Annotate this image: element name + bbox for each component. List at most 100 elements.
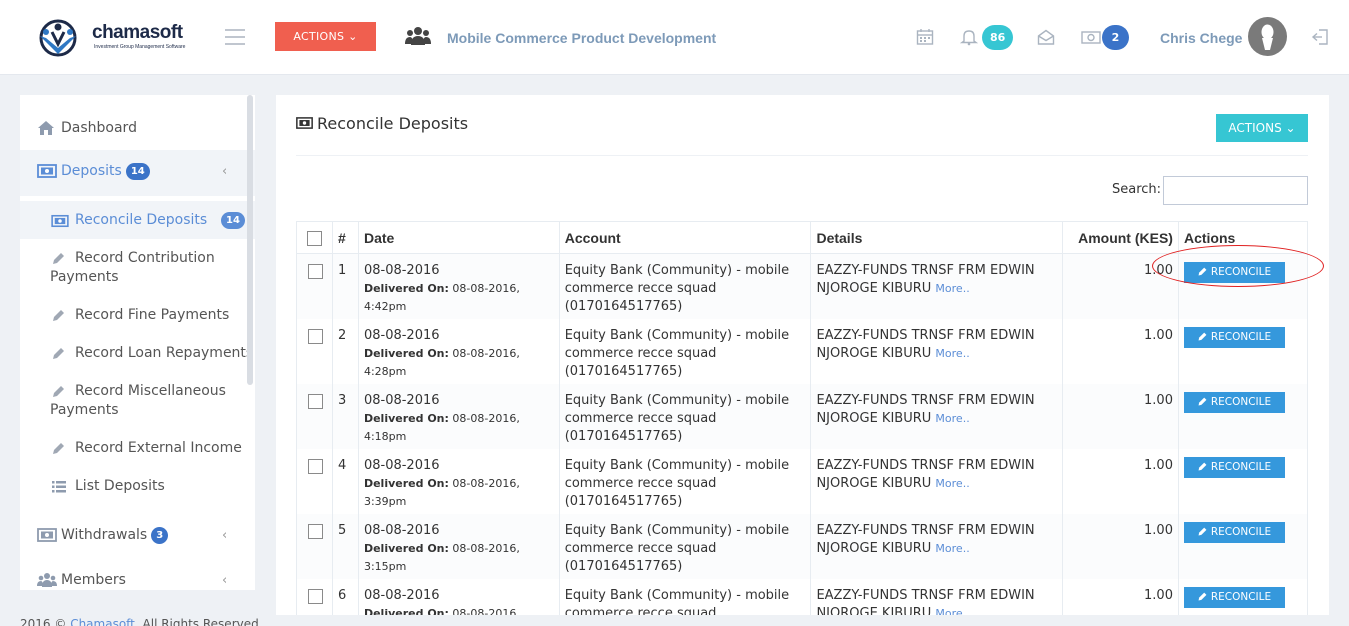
sidebar-item-label: Withdrawals 3: [61, 527, 169, 545]
more-link[interactable]: More..: [935, 542, 969, 555]
row-date-cell: 08-08-2016 Delivered On: 08-08-2016, 3:00…: [357, 578, 560, 615]
menu-toggle-icon[interactable]: [225, 29, 245, 45]
column-header-account[interactable]: Account: [558, 221, 812, 254]
row-date-cell: 08-08-2016 Delivered On: 08-08-2016, 4:42…: [357, 253, 560, 319]
reconcile-button[interactable]: RECONCILE: [1183, 521, 1285, 543]
header-actions-label: ACTIONS: [293, 30, 345, 43]
delivered-label: Delivered On:: [363, 411, 449, 425]
more-link[interactable]: More..: [935, 607, 969, 616]
pencil-icon: [1198, 527, 1207, 535]
delivered-label: Delivered On:: [363, 476, 449, 490]
column-header-number[interactable]: #: [331, 221, 359, 254]
reconcile-count-badge: 14: [221, 212, 245, 229]
sidebar-item-record-loan-repayments[interactable]: Record Loan Repayments: [20, 344, 255, 363]
panel-actions-label: ACTIONS: [1228, 121, 1282, 135]
table-row: 2 08-08-2016 Delivered On: 08-08-2016, 4:2…: [296, 318, 1309, 384]
panel-actions-button[interactable]: ACTIONS ⌄: [1216, 114, 1308, 142]
sidebar-item-record-fine-payments[interactable]: Record Fine Payments: [20, 306, 255, 325]
more-link[interactable]: More..: [935, 477, 969, 490]
sidebar-scrollbar[interactable]: [247, 95, 253, 385]
search-input[interactable]: [1163, 176, 1308, 205]
sidebar-item-list-deposits[interactable]: List Deposits: [20, 477, 255, 496]
deposits-badge[interactable]: 2: [1102, 25, 1129, 50]
sidebar-item-deposits[interactable]: Deposits 14 ‹: [20, 150, 255, 196]
reconcile-button[interactable]: RECONCILE: [1183, 391, 1285, 413]
select-all-checkbox[interactable]: [307, 230, 322, 246]
row-actions-cell: RECONCILE: [1177, 318, 1309, 384]
group-name[interactable]: Mobile Commerce Product Development: [447, 30, 716, 46]
table-row: 3 08-08-2016 Delivered On: 08-08-2016, 4:1…: [296, 383, 1309, 449]
reconcile-button[interactable]: RECONCILE: [1183, 262, 1285, 283]
row-select-cell: [296, 318, 333, 384]
row-number: 6: [331, 578, 359, 615]
more-link[interactable]: More..: [935, 412, 969, 425]
table-row: 608-08-2016 Delivered On: 08-08-2016, 3:0…: [296, 578, 1309, 616]
row-details-cell: EAZZY-FUNDS TRNSF FRM EDWIN NJOROGE KIBU…: [810, 383, 1064, 449]
row-checkbox[interactable]: [308, 523, 323, 539]
pencil-icon: [53, 310, 64, 321]
users-icon: [37, 573, 57, 587]
reconcile-label: RECONCILE: [1210, 330, 1272, 343]
column-header-date[interactable]: Date: [357, 221, 560, 254]
avatar-silhouette-icon: [1261, 24, 1274, 50]
sidebar-item-label: Members: [61, 572, 126, 588]
row-date: 08-08-2016: [363, 327, 440, 343]
footer: 2016 © Chamasoft. All Rights Reserved: [20, 617, 259, 626]
row-checkbox[interactable]: [308, 393, 323, 409]
home-icon: [38, 121, 54, 135]
row-checkbox[interactable]: [308, 264, 323, 279]
chevron-left-icon: ‹: [222, 528, 228, 543]
row-details: EAZZY-FUNDS TRNSF FRM EDWIN NJOROGE KIBU…: [816, 327, 1035, 361]
row-date: 08-08-2016: [363, 587, 440, 603]
reconcile-button[interactable]: RECONCILE: [1183, 326, 1285, 348]
user-name[interactable]: Chris Chege: [1160, 30, 1242, 46]
more-link[interactable]: More..: [935, 282, 969, 295]
group-icon: [405, 27, 431, 45]
row-select-cell: [296, 578, 333, 615]
row-number: 1: [331, 253, 359, 319]
sidebar-item-withdrawals[interactable]: Withdrawals 3 ‹: [20, 513, 255, 557]
sidebar-item-members[interactable]: Members ‹: [20, 558, 255, 590]
money-icon: [51, 214, 69, 228]
more-link[interactable]: More..: [935, 347, 969, 360]
reconcile-button[interactable]: RECONCILE: [1183, 586, 1285, 608]
row-amount: 1.00: [1062, 448, 1179, 514]
withdrawals-label: Withdrawals: [61, 527, 148, 543]
sidebar-item-record-miscellaneous-payments[interactable]: Record Miscellaneous Payments: [20, 382, 255, 420]
sidebar-item-reconcile-deposits[interactable]: Reconcile Deposits 14: [20, 201, 255, 239]
row-number: 3: [331, 383, 359, 449]
sidebar-item-dashboard[interactable]: Dashboard: [20, 106, 255, 150]
money-icon[interactable]: [1081, 28, 1101, 46]
reconcile-button[interactable]: RECONCILE: [1183, 456, 1285, 478]
chamasoft-logo[interactable]: chamasoft Investment Group Management So…: [32, 16, 202, 60]
row-checkbox[interactable]: [308, 328, 323, 344]
bell-icon[interactable]: [960, 28, 978, 46]
sidebar-item-record-external-income[interactable]: Record External Income: [20, 439, 255, 458]
column-header-amount[interactable]: Amount (KES): [1062, 221, 1179, 254]
notifications-badge[interactable]: 86: [982, 25, 1014, 50]
row-details: EAZZY-FUNDS TRNSF FRM EDWIN NJOROGE KIBU…: [816, 587, 1035, 616]
row-delivered: Delivered On: 08-08-2016, 4:28pm: [364, 345, 554, 381]
row-checkbox[interactable]: [308, 458, 323, 474]
header-actions-button[interactable]: ACTIONS ⌄: [275, 22, 376, 51]
row-delivered: Delivered On: 08-08-2016, 3:15pm: [364, 540, 554, 576]
avatar[interactable]: [1248, 17, 1287, 56]
row-details: EAZZY-FUNDS TRNSF FRM EDWIN NJOROGE KIBU…: [816, 392, 1035, 426]
row-date-cell: 08-08-2016 Delivered On: 08-08-2016, 4:18…: [357, 383, 560, 449]
row-date: 08-08-2016: [363, 263, 440, 278]
column-header-details[interactable]: Details: [810, 221, 1064, 254]
sidebar-item-record-contribution-payments[interactable]: Record Contribution Payments: [20, 249, 255, 287]
delivered-label: Delivered On:: [363, 282, 449, 295]
footer-link[interactable]: Chamasoft: [70, 617, 135, 626]
row-details-cell: EAZZY-FUNDS TRNSF FRM EDWIN NJOROGE KIBU…: [810, 253, 1064, 319]
envelope-open-icon[interactable]: [1037, 28, 1055, 46]
calendar-icon[interactable]: [916, 28, 934, 46]
row-checkbox[interactable]: [308, 588, 323, 604]
row-account: Equity Bank (Community) - mobile commerc…: [558, 318, 812, 384]
row-delivered: Delivered On: 08-08-2016, 4:42pm: [364, 280, 554, 316]
logout-icon[interactable]: [1311, 28, 1329, 46]
row-date-cell: 08-08-2016 Delivered On: 08-08-2016, 3:15…: [357, 513, 560, 579]
deposits-count-badge: 14: [125, 163, 150, 180]
row-date-cell: 08-08-2016 Delivered On: 08-08-2016, 4:28…: [357, 318, 560, 384]
row-number: 5: [331, 513, 359, 579]
